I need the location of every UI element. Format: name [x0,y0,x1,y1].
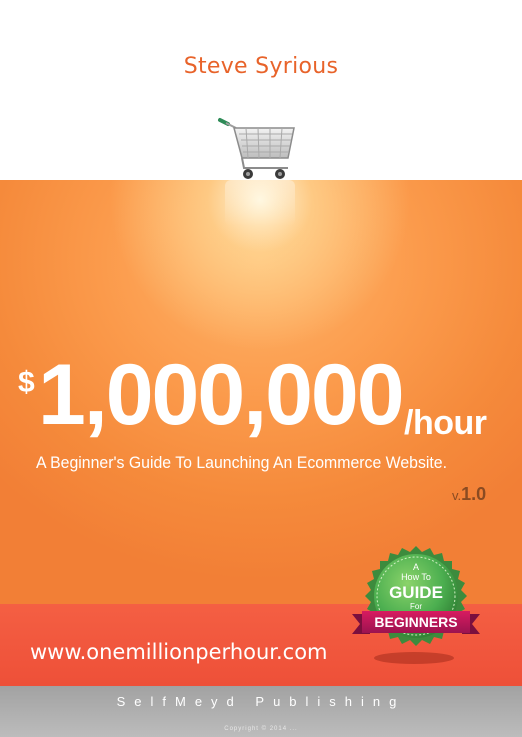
website-url: www.onemillionperhour.com [30,640,328,664]
version-label: v.1.0 [452,484,486,505]
guide-badge-icon: A How To GUIDE For BEGINNERS [352,546,480,646]
book-cover: Steve Syrious $ 1,000,000 /hour A Beginn… [0,0,522,737]
price-unit: /hour [404,404,487,442]
shopping-cart-icon [218,118,295,179]
badge-line-a: A [413,562,419,572]
dollar-sign: $ [18,366,35,399]
copyright-text: Copyright © 2014 ... [224,726,298,732]
cart-reflection [225,180,295,226]
version-prefix: v. [452,488,462,503]
version-number: 1.0 [461,484,487,504]
badge-ribbon-text: BEGINNERS [374,614,457,630]
publisher-name: SelfMeyd Publishing [116,694,406,709]
author-name: Steve Syrious [183,54,339,79]
badge-line-for: For [410,602,422,611]
badge-line-guide: GUIDE [389,583,443,602]
badge-line-howto: How To [401,572,431,582]
price-amount: 1,000,000 [38,347,405,443]
book-subtitle: A Beginner's Guide To Launching An Ecomm… [36,454,447,472]
